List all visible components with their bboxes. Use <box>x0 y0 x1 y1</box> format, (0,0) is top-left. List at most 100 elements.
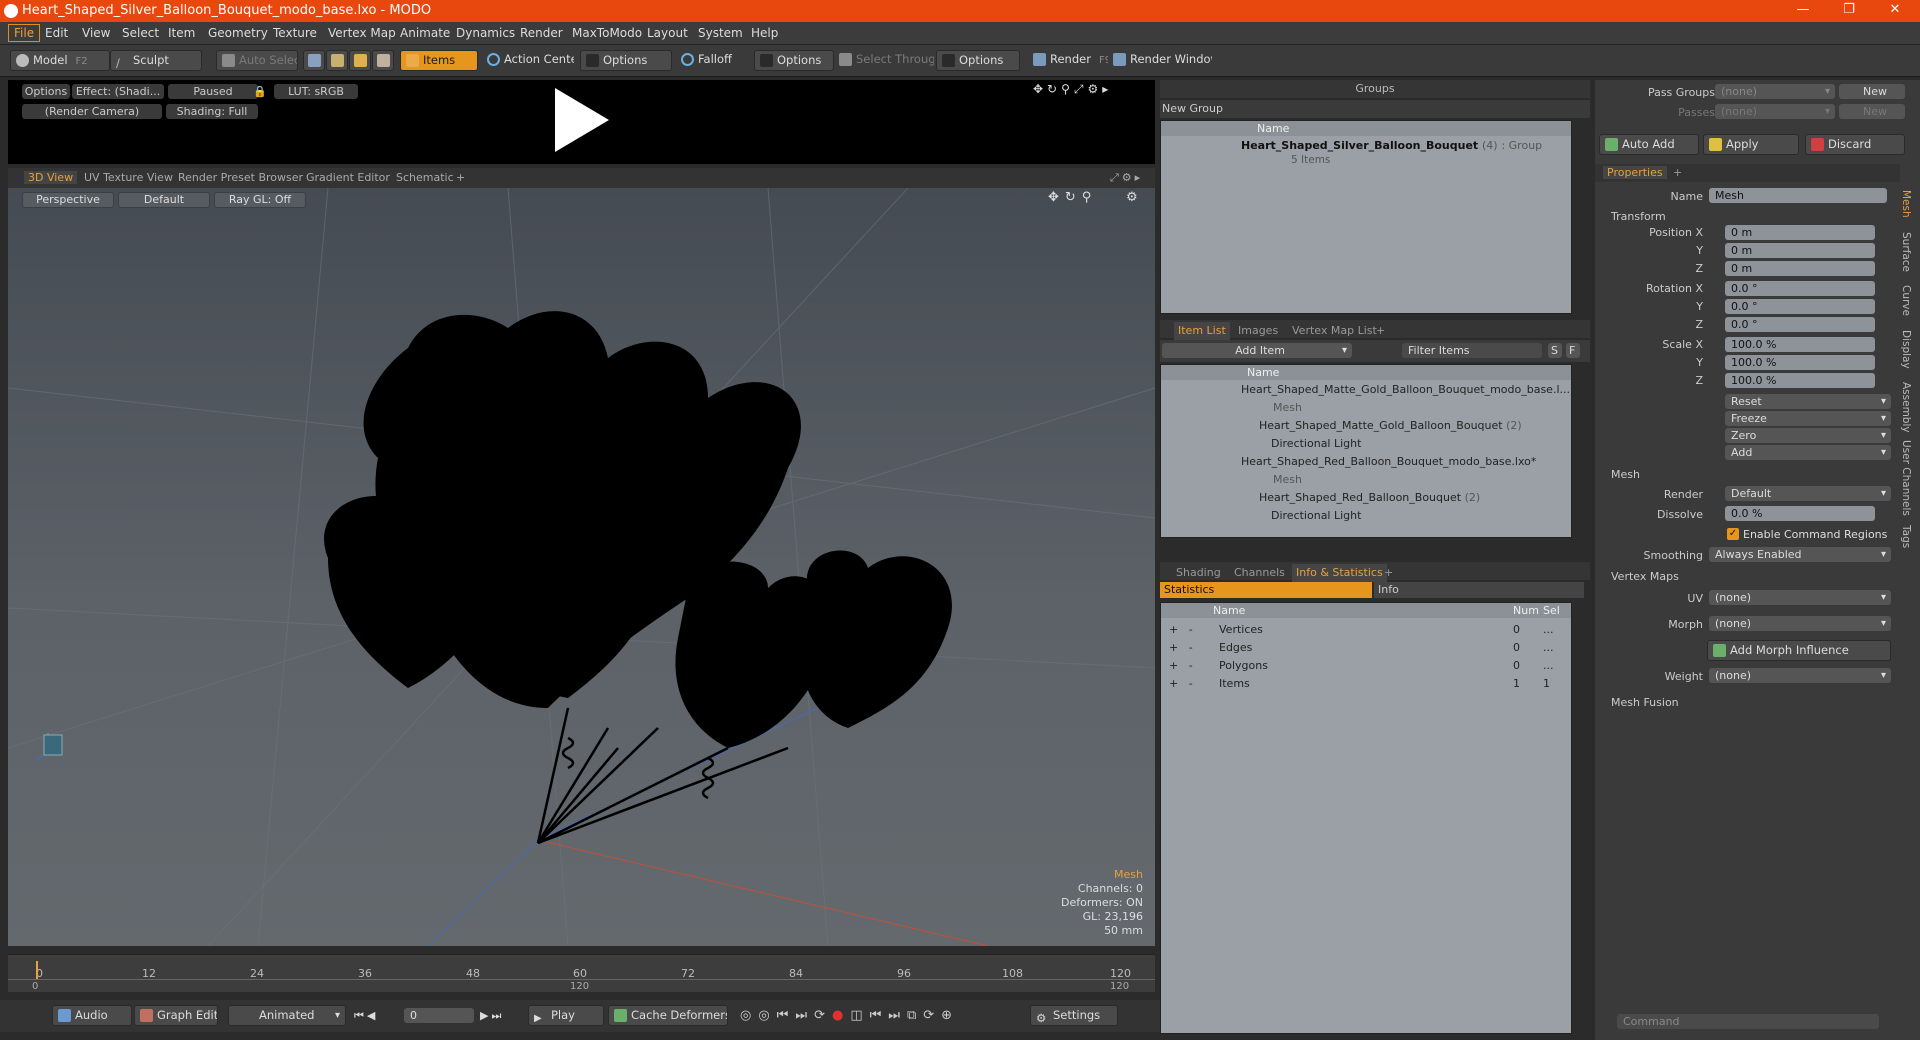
audio-button[interactable]: Audio <box>52 1005 132 1026</box>
next-key-icons[interactable]: ▶⏭ <box>480 1009 504 1023</box>
falloff-button[interactable]: Falloff <box>676 50 746 71</box>
render-dropdown[interactable]: Default <box>1725 486 1891 501</box>
shading-dropdown[interactable]: Shading: Full <box>166 104 258 119</box>
mesh-fusion-section[interactable]: Mesh Fusion <box>1611 696 1679 709</box>
tab-properties[interactable]: Properties <box>1603 166 1667 179</box>
dissolve-field[interactable]: 0.0 % <box>1725 506 1875 521</box>
menu-layout[interactable]: Layout <box>647 26 688 40</box>
edges-mode-button[interactable] <box>326 50 348 71</box>
frame-input[interactable]: 0 <box>404 1008 474 1023</box>
scale-x-field[interactable]: 100.0 % <box>1725 337 1875 352</box>
tab-images[interactable]: Images <box>1238 322 1278 340</box>
uv-dropdown[interactable]: (none) <box>1709 590 1891 605</box>
item-gold-bouquet-group[interactable]: Heart_Shaped_Matte_Gold_Balloon_Bouquet … <box>1259 417 1522 435</box>
scale-y-field[interactable]: 100.0 % <box>1725 355 1875 370</box>
3d-viewport[interactable]: Perspective Default Ray GL: Off ✥↻⚲ ⚙ Me… <box>8 188 1155 946</box>
prev-key-icons[interactable]: ⏮◀ <box>354 1009 378 1023</box>
groups-list[interactable]: Name Heart_Shaped_Silver_Balloon_Bouquet… <box>1160 120 1572 314</box>
position-x-field[interactable]: 0 m <box>1725 225 1875 240</box>
menu-help[interactable]: Help <box>751 26 778 40</box>
add-dropdown[interactable]: Add <box>1725 445 1891 460</box>
sidetab-user-channels[interactable]: User Channels <box>1900 440 1912 516</box>
preview-view-controls-icon[interactable]: ✥↻⚲⤢⚙▸ <box>1033 82 1112 97</box>
stats-row-vertices[interactable]: + - Vertices 0... <box>1169 621 1569 639</box>
items-mode-button[interactable]: Items <box>400 50 478 71</box>
menu-view[interactable]: View <box>82 26 110 40</box>
apply-button[interactable]: Apply <box>1703 134 1799 155</box>
tab-info-statistics[interactable]: Info & Statistics <box>1292 564 1387 582</box>
vertices-mode-button[interactable] <box>303 50 325 71</box>
enable-command-regions-checkbox[interactable]: ✓ <box>1727 528 1739 540</box>
filter-s-button[interactable]: S <box>1548 343 1562 358</box>
rotation-y-field[interactable]: 0.0 ° <box>1725 299 1875 314</box>
info-tab[interactable]: Info <box>1374 582 1584 598</box>
graph-editor-button[interactable]: Graph Editor <box>134 1005 218 1026</box>
settings-button[interactable]: ⚙ Settings <box>1030 1005 1118 1026</box>
menu-file[interactable]: File <box>8 24 41 42</box>
menu-animate[interactable]: Animate <box>400 26 450 40</box>
auto-add-button[interactable]: Auto Add <box>1599 134 1699 155</box>
add-tab-button[interactable]: + <box>1384 564 1393 582</box>
command-input[interactable]: Command <box>1617 1014 1879 1029</box>
add-item-dropdown[interactable]: Add Item <box>1162 343 1352 358</box>
add-morph-influence-button[interactable]: Add Morph Influence <box>1707 640 1891 661</box>
stats-row-items[interactable]: + - Items 1 1 <box>1169 675 1569 693</box>
paused-button[interactable]: Paused <box>168 84 258 99</box>
sidetab-surface[interactable]: Surface <box>1900 232 1912 272</box>
select-options-button[interactable]: Options <box>936 50 1020 71</box>
cache-deformers-button[interactable]: Cache Deformers <box>608 1005 728 1026</box>
sculpt-mode-button[interactable]: / Sculpt <box>110 50 202 71</box>
passes-dropdown[interactable]: (none) <box>1715 104 1835 119</box>
camera-dropdown[interactable]: (Render Camera) <box>22 104 162 119</box>
render-window-button[interactable]: Render Window <box>1108 50 1212 71</box>
item-red-bouquet-group[interactable]: Heart_Shaped_Red_Balloon_Bouquet (2) <box>1259 489 1480 507</box>
scale-z-field[interactable]: 100.0 % <box>1725 373 1875 388</box>
current-frame-marker[interactable] <box>36 961 38 979</box>
menu-select[interactable]: Select <box>122 26 159 40</box>
freeze-dropdown[interactable]: Freeze <box>1725 411 1891 426</box>
item-directional-light[interactable]: Directional Light <box>1271 507 1361 525</box>
play-preview-icon[interactable] <box>545 84 615 156</box>
name-field[interactable]: Mesh <box>1709 188 1887 203</box>
group-row[interactable]: Heart_Shaped_Silver_Balloon_Bouquet (4) … <box>1241 137 1542 155</box>
action-center-button[interactable]: Action Center <box>482 50 574 71</box>
rotation-z-field[interactable]: 0.0 ° <box>1725 317 1875 332</box>
effect-dropdown[interactable]: Effect: (Shadi... <box>72 84 164 99</box>
menu-maxtomodo[interactable]: MaxToModo <box>572 26 642 40</box>
lock-icon[interactable]: 🔒 <box>253 85 267 98</box>
menu-render[interactable]: Render <box>520 26 563 40</box>
tab-uv-texture-view[interactable]: UV Texture View <box>84 171 173 184</box>
tab-shading[interactable]: Shading <box>1176 564 1221 582</box>
item-scene-gold[interactable]: Heart_Shaped_Matte_Gold_Balloon_Bouquet_… <box>1241 381 1570 399</box>
tab-render-preset-browser[interactable]: Render Preset Browser <box>178 171 303 184</box>
action-center-options-button[interactable]: Options <box>580 50 672 71</box>
menu-system[interactable]: System <box>698 26 743 40</box>
menu-item[interactable]: Item <box>168 26 195 40</box>
model-mode-button[interactable]: Model F2 <box>10 50 110 71</box>
preview-options-button[interactable]: Options <box>22 84 70 99</box>
tab-vertex-map-list[interactable]: Vertex Map List <box>1292 322 1377 340</box>
add-tab-button[interactable]: + <box>456 171 465 184</box>
pass-groups-dropdown[interactable]: (none) <box>1715 84 1835 99</box>
tab-3d-view[interactable]: 3D View <box>24 171 78 184</box>
animated-dropdown[interactable]: Animated <box>228 1005 346 1026</box>
menu-geometry[interactable]: Geometry <box>208 26 268 40</box>
discard-button[interactable]: Discard <box>1805 134 1905 155</box>
new-pass-button[interactable]: New <box>1839 104 1905 119</box>
rotation-x-field[interactable]: 0.0 ° <box>1725 281 1875 296</box>
morph-dropdown[interactable]: (none) <box>1709 616 1891 631</box>
menu-edit[interactable]: Edit <box>45 26 68 40</box>
new-group-button[interactable]: New Group <box>1162 102 1223 115</box>
menu-vertex-map[interactable]: Vertex Map <box>328 26 396 40</box>
sidetab-mesh[interactable]: Mesh <box>1900 190 1912 218</box>
render-button[interactable]: Render F9 <box>1028 50 1108 71</box>
close-button[interactable]: ✕ <box>1872 0 1918 22</box>
sidetab-display[interactable]: Display <box>1900 330 1912 369</box>
sidetab-curve[interactable]: Curve <box>1900 285 1912 316</box>
tab-gradient-editor[interactable]: Gradient Editor <box>306 171 390 184</box>
add-tab-button[interactable]: + <box>1673 166 1682 179</box>
item-mesh[interactable]: Mesh <box>1273 399 1302 417</box>
zero-dropdown[interactable]: Zero <box>1725 428 1891 443</box>
maximize-button[interactable]: ❐ <box>1826 0 1872 22</box>
statistics-tab[interactable]: Statistics <box>1160 582 1372 598</box>
